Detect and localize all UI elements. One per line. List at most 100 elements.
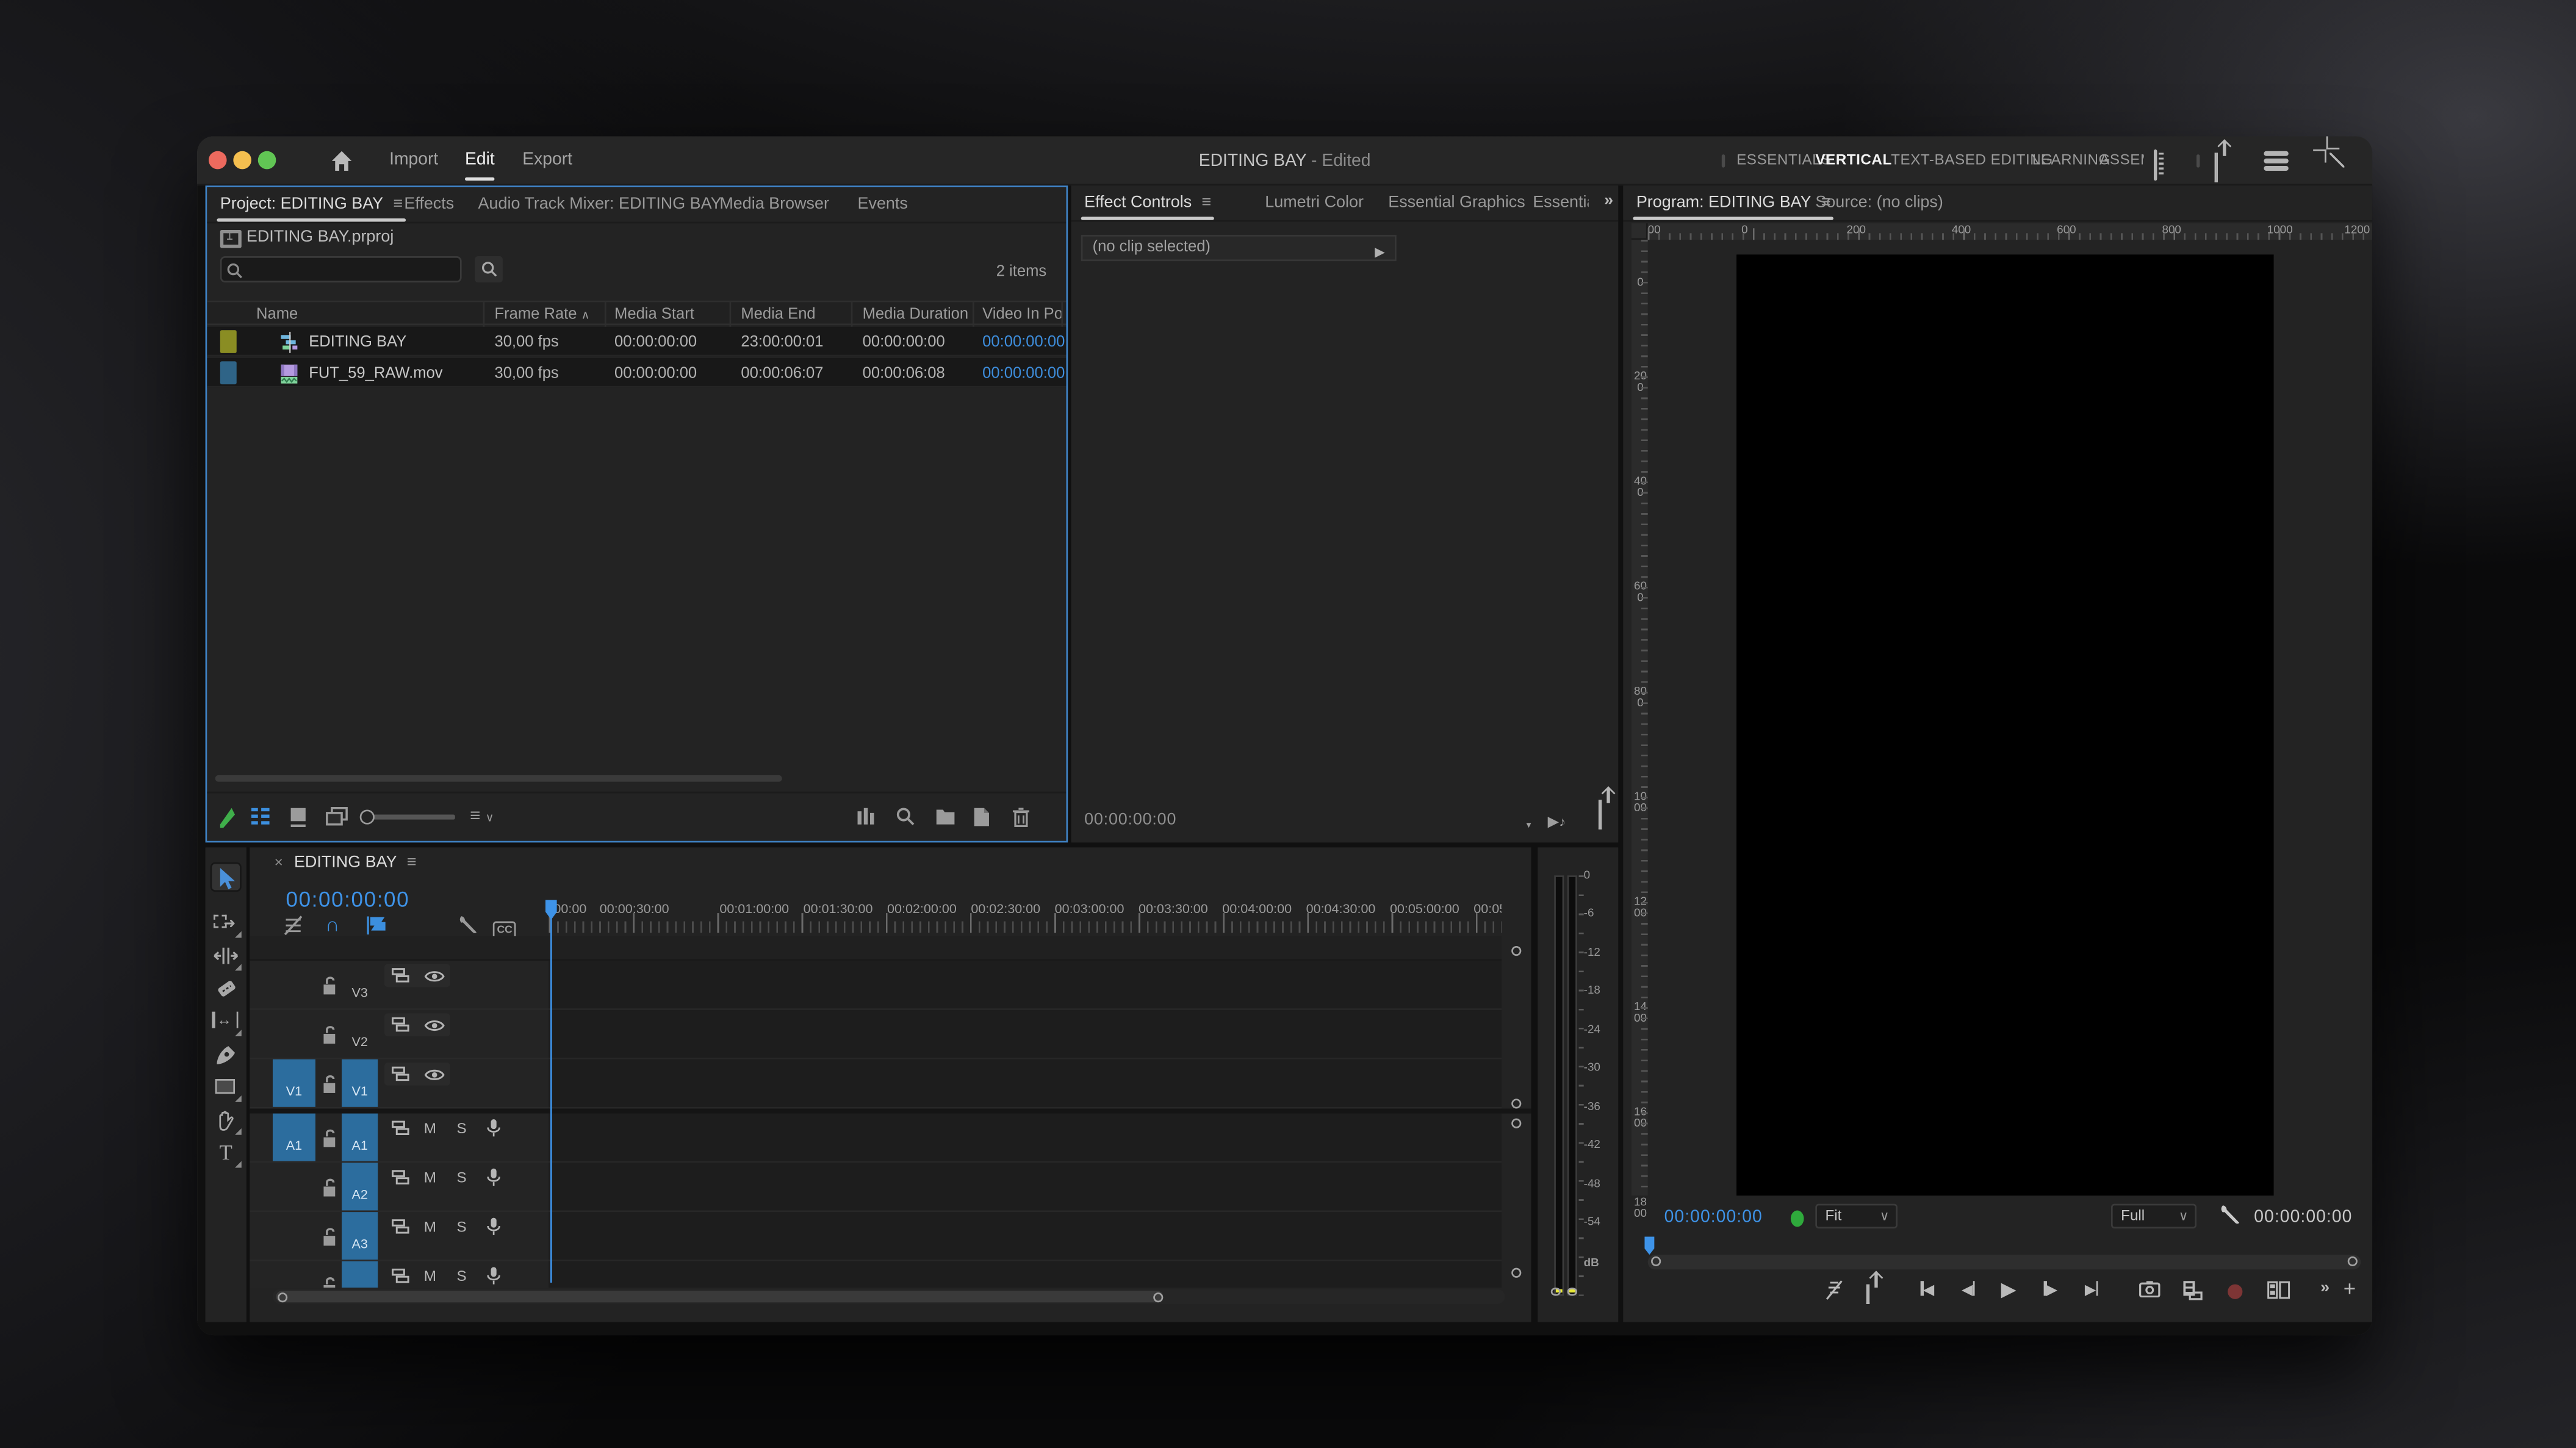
timeline-settings-icon[interactable] [457,915,483,938]
tab-sequence[interactable]: EDITING BAY≡ [294,854,416,872]
track-target-a4[interactable] [342,1261,378,1288]
timeline-ruler[interactable]: 00:00 00:00:30:00 00:01:00:00 00:01:30:0… [549,897,1502,936]
track-height-handle[interactable] [1511,1268,1521,1278]
comparison-view-icon[interactable] [2267,1281,2290,1299]
workspace-text-based-editing[interactable]: TEXT-BASED EDITING [1891,151,2053,168]
quick-export-icon[interactable] [1599,800,1602,829]
source-track-icon[interactable] [391,967,411,984]
settings-wrench-icon[interactable] [2218,1204,2241,1227]
column-frame-rate[interactable]: Frame Rate ∧ [494,306,589,324]
more-icon[interactable]: » [2320,1276,2330,1302]
tab-program[interactable]: Program: EDITING BAY≡ [1636,194,1831,212]
source-track-icon[interactable] [391,1219,411,1235]
workspace-vertical[interactable]: VERTICAL [1815,151,1892,168]
sort-options-icon[interactable]: ≡ ∨ [470,806,496,830]
program-vertical-ruler[interactable]: 0 200 400 600 800 1000 1200 1400 1600 18… [1632,240,1648,1195]
track-lane[interactable] [549,1010,1502,1059]
search-input[interactable] [220,256,462,282]
track-height-handle[interactable] [1511,946,1521,956]
delete-icon[interactable] [1012,806,1038,830]
freeform-view-icon[interactable] [325,806,351,830]
lock-icon[interactable] [322,1128,339,1148]
track-target-a2[interactable]: A2 [342,1163,378,1210]
zoom-slider[interactable] [360,815,455,822]
lock-icon[interactable] [322,975,339,995]
step-back-icon[interactable]: ◀ [1962,1276,1976,1304]
track-lane[interactable] [549,1114,1502,1163]
mute-button[interactable]: M [424,1219,436,1235]
find-icon[interactable] [895,806,921,830]
track-visibility-eye-icon[interactable] [424,969,445,984]
type-tool[interactable]: T [210,1138,242,1167]
track-visibility-eye-icon[interactable] [424,1067,445,1082]
go-to-out-icon[interactable]: ▶ [2085,1276,2099,1304]
program-video-frame[interactable] [1736,254,2273,1195]
playback-resolution-select[interactable]: Full∨ [2111,1204,2196,1228]
selection-tool[interactable] [210,862,242,892]
source-track-icon[interactable] [391,1066,411,1082]
tab-media-browser[interactable]: Media Browser [719,195,829,213]
tab-effect-controls[interactable]: Effect Controls≡ [1084,194,1211,212]
program-current-timecode[interactable]: 00:00:00:00 [1664,1207,1763,1227]
solo-button[interactable]: S [457,1169,467,1186]
lock-icon[interactable] [322,1276,339,1288]
program-playhead-marker[interactable] [1644,1237,1654,1255]
column-name[interactable]: Name [256,306,298,324]
workspace-panel-icon[interactable] [2154,151,2157,181]
workspace-learning[interactable]: LEARNING [2032,151,2110,168]
more-tabs-chevron[interactable]: » [1604,192,1611,210]
play-icon[interactable]: ▶ [2001,1276,2017,1302]
mute-button[interactable]: M [424,1120,436,1136]
program-scrollbar[interactable] [1648,1255,2361,1269]
tab-effects[interactable]: Effects [404,195,454,213]
workspace-assembly[interactable]: ASSEM [2099,151,2144,168]
tab-essential-graphics[interactable]: Essential Graphics [1388,194,1525,212]
mute-button[interactable]: M [424,1169,436,1186]
tab-events[interactable]: Events [858,195,908,213]
column-media-start[interactable]: Media Start [614,306,694,324]
list-view-icon[interactable] [251,806,278,830]
minimize-button[interactable] [232,150,251,168]
program-horizontal-ruler[interactable]: 00 0 200 400 600 800 1000 1200 [1648,223,2372,240]
linked-selection-icon[interactable] [365,915,391,938]
nest-toggle-icon[interactable] [282,915,309,938]
track-visibility-eye-icon[interactable] [424,1018,445,1033]
quick-export-icon[interactable] [1866,1281,1869,1307]
zoom-button[interactable] [257,150,275,168]
expand-arrow-icon[interactable]: ▶ [1375,242,1385,265]
hand-tool[interactable] [210,1105,242,1134]
source-track-icon[interactable] [391,1120,411,1136]
av-divider[interactable] [250,1109,1531,1114]
new-item-icon[interactable] [973,806,999,830]
meter-channel-dot[interactable] [1567,1288,1577,1295]
horizontal-scrollbar[interactable] [215,775,782,782]
close-icon[interactable]: × [275,854,283,870]
voiceover-mic-icon[interactable] [486,1119,501,1138]
track-target-v2[interactable]: V2 [342,1010,378,1058]
rectangle-tool[interactable] [210,1072,242,1102]
label-color-chip[interactable] [220,330,237,353]
home-icon[interactable] [329,148,355,174]
scrollbar-handle-left[interactable] [1651,1256,1661,1266]
track-select-forward-tool[interactable]: ➜ [210,908,242,937]
automate-to-sequence-icon[interactable] [856,806,882,830]
export-frame-icon[interactable] [2139,1281,2160,1297]
track-target-a1[interactable]: A1 [342,1114,378,1161]
track-lane[interactable] [549,1059,1502,1109]
table-row[interactable]: FUT_59_RAW.mov 30,00 fps 00:00:00:00 00:… [207,358,1066,387]
solo-button[interactable]: S [457,1120,467,1136]
source-track-icon[interactable] [391,1169,411,1186]
label-color-chip[interactable] [220,361,237,384]
column-video-in[interactable]: Video In Po [982,306,1063,324]
track-height-handle[interactable] [1511,1119,1521,1128]
ripple-edit-tool[interactable] [210,941,242,970]
track-lane[interactable] [549,1261,1502,1288]
scrollbar-handle-right[interactable] [2348,1256,2358,1266]
tab-essential-sound[interactable]: Essential [1533,194,1589,212]
global-fx-mute-icon[interactable] [1824,1276,1845,1300]
add-marker-icon[interactable] [414,915,441,938]
panel-menu-icon[interactable]: ≡ [407,854,417,872]
panel-menu-icon[interactable]: ≡ [393,195,403,213]
voiceover-mic-icon[interactable] [486,1266,501,1286]
track-height-handle[interactable] [1511,1099,1521,1108]
